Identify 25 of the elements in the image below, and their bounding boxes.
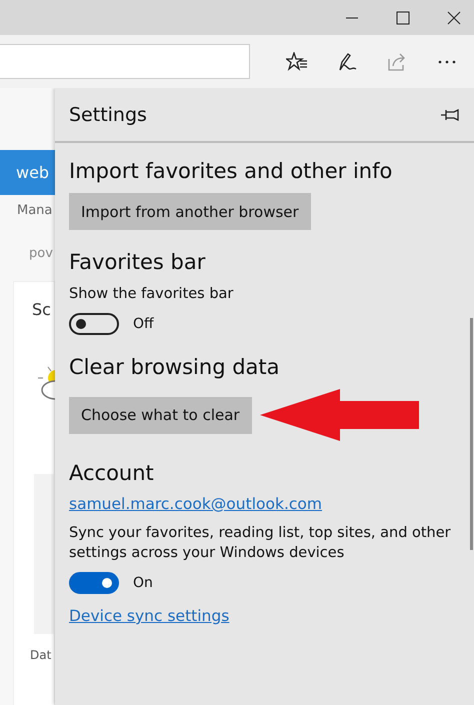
toggle-switch[interactable] xyxy=(69,572,119,594)
section-heading: Import favorites and other info xyxy=(69,159,394,183)
card-title: Sc xyxy=(32,300,51,319)
toggle-state: Off xyxy=(133,316,154,332)
setting-label: Show the favorites bar xyxy=(69,285,234,304)
section-heading: Favorites bar xyxy=(69,250,206,274)
device-sync-link[interactable]: Device sync settings xyxy=(69,607,230,625)
section-heading: Clear browsing data xyxy=(69,355,281,379)
page-text: pov xyxy=(28,246,54,261)
favorites-star-icon[interactable] xyxy=(286,52,308,72)
toggle-switch[interactable] xyxy=(69,313,119,335)
sync-description: Sync your favorites, reading list, top sites, and other settings across your Windows devices xyxy=(69,524,452,563)
maximize-icon[interactable] xyxy=(396,10,410,24)
page-text: Mana xyxy=(16,203,54,218)
clear-data-button[interactable]: Choose what to clear xyxy=(69,396,252,434)
close-icon[interactable] xyxy=(447,10,461,24)
import-button[interactable]: Import from another browser xyxy=(69,193,311,230)
section-heading: Account xyxy=(69,461,155,485)
address-field[interactable] xyxy=(0,44,250,79)
toggle-state: On xyxy=(133,575,153,591)
email-link[interactable]: samuel.marc.cook@outlook.com xyxy=(69,495,322,513)
pin-icon[interactable] xyxy=(440,108,460,120)
page-text: Dat xyxy=(30,648,52,662)
banner-text: web xyxy=(16,163,50,182)
panel-title: Settings xyxy=(69,104,147,126)
